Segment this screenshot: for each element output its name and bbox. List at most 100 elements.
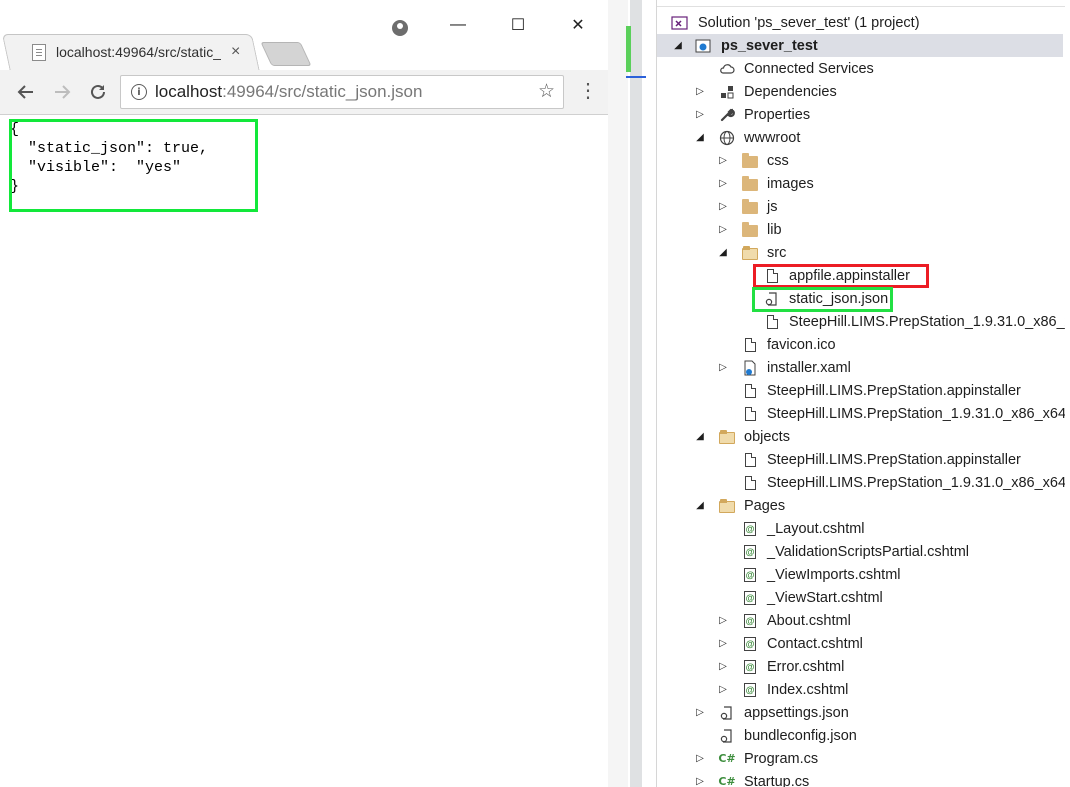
tab-title: localhost:49964/src/static_json.json: [56, 44, 221, 60]
tree-item[interactable]: @ _ValidationScriptsPartial.cshtml: [657, 540, 1063, 563]
browser-window: localhost:49964/src/static_json.json × —…: [0, 0, 609, 787]
expanded-arrow-icon[interactable]: ◢: [672, 40, 684, 52]
collapsed-arrow-icon[interactable]: ▷: [717, 201, 729, 213]
cshtml-file-icon: @: [744, 682, 756, 697]
menu-dots-icon[interactable]: ⋮: [578, 80, 598, 102]
expanded-arrow-icon[interactable]: ◢: [694, 500, 706, 512]
tree-item[interactable]: ▷ js: [657, 195, 1063, 218]
collapsed-arrow-icon[interactable]: ▷: [717, 661, 729, 673]
open-folder-icon: [718, 428, 736, 446]
cshtml-file-icon: @: [744, 636, 756, 651]
tree-item[interactable]: ▷ installer.xaml: [657, 356, 1063, 379]
tree-item-label: Error.cshtml: [767, 658, 845, 675]
tree-item[interactable]: ▷ @ Index.cshtml: [657, 678, 1063, 701]
tree-item-label: Contact.cshtml: [767, 635, 863, 652]
tree-item[interactable]: ◢ Pages: [657, 494, 1063, 517]
tree-item[interactable]: ▷ @ Error.cshtml: [657, 655, 1063, 678]
cshtml-file-icon: @: [744, 544, 756, 559]
tree-item[interactable]: @ _ViewImports.cshtml: [657, 563, 1063, 586]
tree-item-label: _Layout.cshtml: [767, 520, 865, 537]
tree-item[interactable]: ▷ css: [657, 149, 1063, 172]
tree-item-label: _ViewStart.cshtml: [767, 589, 883, 606]
tree-item[interactable]: ▷ Properties: [657, 103, 1063, 126]
tree-item-label: ps_sever_test: [721, 37, 818, 54]
collapsed-arrow-icon[interactable]: ▷: [694, 86, 706, 98]
json-highlight-box: [9, 119, 258, 212]
tree-item-label: css: [767, 152, 789, 169]
dependencies-icon: [718, 83, 736, 101]
tree-item-label: Startup.cs: [744, 773, 810, 787]
tree-item[interactable]: ▷ @ About.cshtml: [657, 609, 1063, 632]
splitter[interactable]: [608, 0, 628, 787]
tree-item[interactable]: bundleconfig.json: [657, 724, 1063, 747]
tree-item[interactable]: SteepHill.LIMS.PrepStation_1.9.31.0_x86_…: [657, 402, 1065, 425]
web-project-icon: [694, 37, 712, 55]
tab-close-icon[interactable]: ×: [231, 43, 240, 61]
tree-item[interactable]: Connected Services: [657, 57, 1063, 80]
tree-item-label: SteepHill.LIMS.PrepStation.appinstaller: [767, 451, 1021, 468]
json-file-icon: [718, 704, 736, 722]
forward-arrow-icon[interactable]: [50, 80, 74, 104]
file-icon: [741, 382, 759, 400]
close-button[interactable]: ✕: [548, 10, 608, 40]
tree-item-label: SteepHill.LIMS.PrepStation_1.9.31.0_x86_…: [767, 474, 1065, 491]
maximize-button[interactable]: ☐: [488, 10, 548, 40]
info-icon[interactable]: i: [131, 84, 147, 100]
tree-item[interactable]: ▷ C# Startup.cs: [657, 770, 1063, 787]
page-icon: [32, 43, 46, 61]
expanded-arrow-icon[interactable]: ◢: [717, 247, 729, 259]
tree-item[interactable]: ◢ ps_sever_test: [657, 34, 1063, 57]
tree-item[interactable]: @ _Layout.cshtml: [657, 517, 1063, 540]
tree-item-label: images: [767, 175, 814, 192]
profile-icon[interactable]: [392, 20, 408, 36]
solution-explorer: Solution 'ps_sever_test' (1 project) ◢ ps_…: [656, 0, 1065, 787]
bookmark-star-icon[interactable]: ☆: [538, 80, 555, 103]
tree-item-label: SteepHill.LIMS.PrepStation_1.9.31.0_x86_…: [789, 313, 1065, 330]
tree-item[interactable]: ▷ @ Contact.cshtml: [657, 632, 1063, 655]
tree-item[interactable]: ◢ objects: [657, 425, 1063, 448]
collapsed-arrow-icon[interactable]: ▷: [694, 753, 706, 765]
new-tab-button[interactable]: [260, 42, 312, 66]
collapsed-arrow-icon[interactable]: ▷: [717, 178, 729, 190]
back-arrow-icon[interactable]: [14, 80, 38, 104]
tree-item-label: src: [767, 244, 787, 261]
collapsed-arrow-icon[interactable]: ▷: [694, 109, 706, 121]
cloud-icon: [718, 60, 736, 78]
collapsed-arrow-icon[interactable]: ▷: [717, 224, 729, 236]
tree-item[interactable]: favicon.ico: [657, 333, 1063, 356]
tree-item[interactable]: SteepHill.LIMS.PrepStation.appinstaller: [657, 448, 1063, 471]
tree-item[interactable]: ◢ wwwroot: [657, 126, 1063, 149]
editor-scroll-strip[interactable]: [630, 0, 642, 787]
reload-icon[interactable]: [86, 80, 110, 104]
url-path: :49964/src/static_json.json: [222, 82, 423, 101]
cshtml-file-icon: @: [744, 659, 756, 674]
tree-item[interactable]: Solution 'ps_sever_test' (1 project): [657, 11, 1063, 34]
tree-item[interactable]: ▷ lib: [657, 218, 1063, 241]
tree-item[interactable]: ▷ images: [657, 172, 1063, 195]
tree-item[interactable]: ▷ appsettings.json: [657, 701, 1063, 724]
collapsed-arrow-icon[interactable]: ▷: [717, 362, 729, 374]
browser-tab-content[interactable]: localhost:49964/src/static_json.json ×: [28, 34, 264, 70]
tree-item[interactable]: SteepHill.LIMS.PrepStation.appinstaller: [657, 379, 1063, 402]
collapsed-arrow-icon[interactable]: ▷: [694, 776, 706, 787]
url-host: localhost: [155, 82, 223, 101]
collapsed-arrow-icon[interactable]: ▷: [717, 615, 729, 627]
tree-item[interactable]: ◢ src: [657, 241, 1063, 264]
browser-toolbar: i localhost:49964/src/static_json.json ☆…: [0, 70, 608, 115]
url-text: localhost:49964/src/static_json.json: [155, 82, 422, 102]
collapsed-arrow-icon[interactable]: ▷: [694, 707, 706, 719]
wrench-icon: [718, 106, 736, 124]
browser-titlebar: localhost:49964/src/static_json.json × —…: [0, 0, 608, 72]
collapsed-arrow-icon[interactable]: ▷: [717, 684, 729, 696]
collapsed-arrow-icon[interactable]: ▷: [717, 155, 729, 167]
tree-item[interactable]: SteepHill.LIMS.PrepStation_1.9.31.0_x86_…: [657, 310, 1065, 333]
tree-item[interactable]: SteepHill.LIMS.PrepStation_1.9.31.0_x86_…: [657, 471, 1065, 494]
minimize-button[interactable]: —: [428, 10, 488, 40]
tree-item[interactable]: ▷ Dependencies: [657, 80, 1063, 103]
address-bar[interactable]: i localhost:49964/src/static_json.json ☆: [120, 75, 564, 109]
expanded-arrow-icon[interactable]: ◢: [694, 431, 706, 443]
tree-item[interactable]: @ _ViewStart.cshtml: [657, 586, 1063, 609]
tree-item[interactable]: ▷ C# Program.cs: [657, 747, 1063, 770]
collapsed-arrow-icon[interactable]: ▷: [717, 638, 729, 650]
expanded-arrow-icon[interactable]: ◢: [694, 132, 706, 144]
